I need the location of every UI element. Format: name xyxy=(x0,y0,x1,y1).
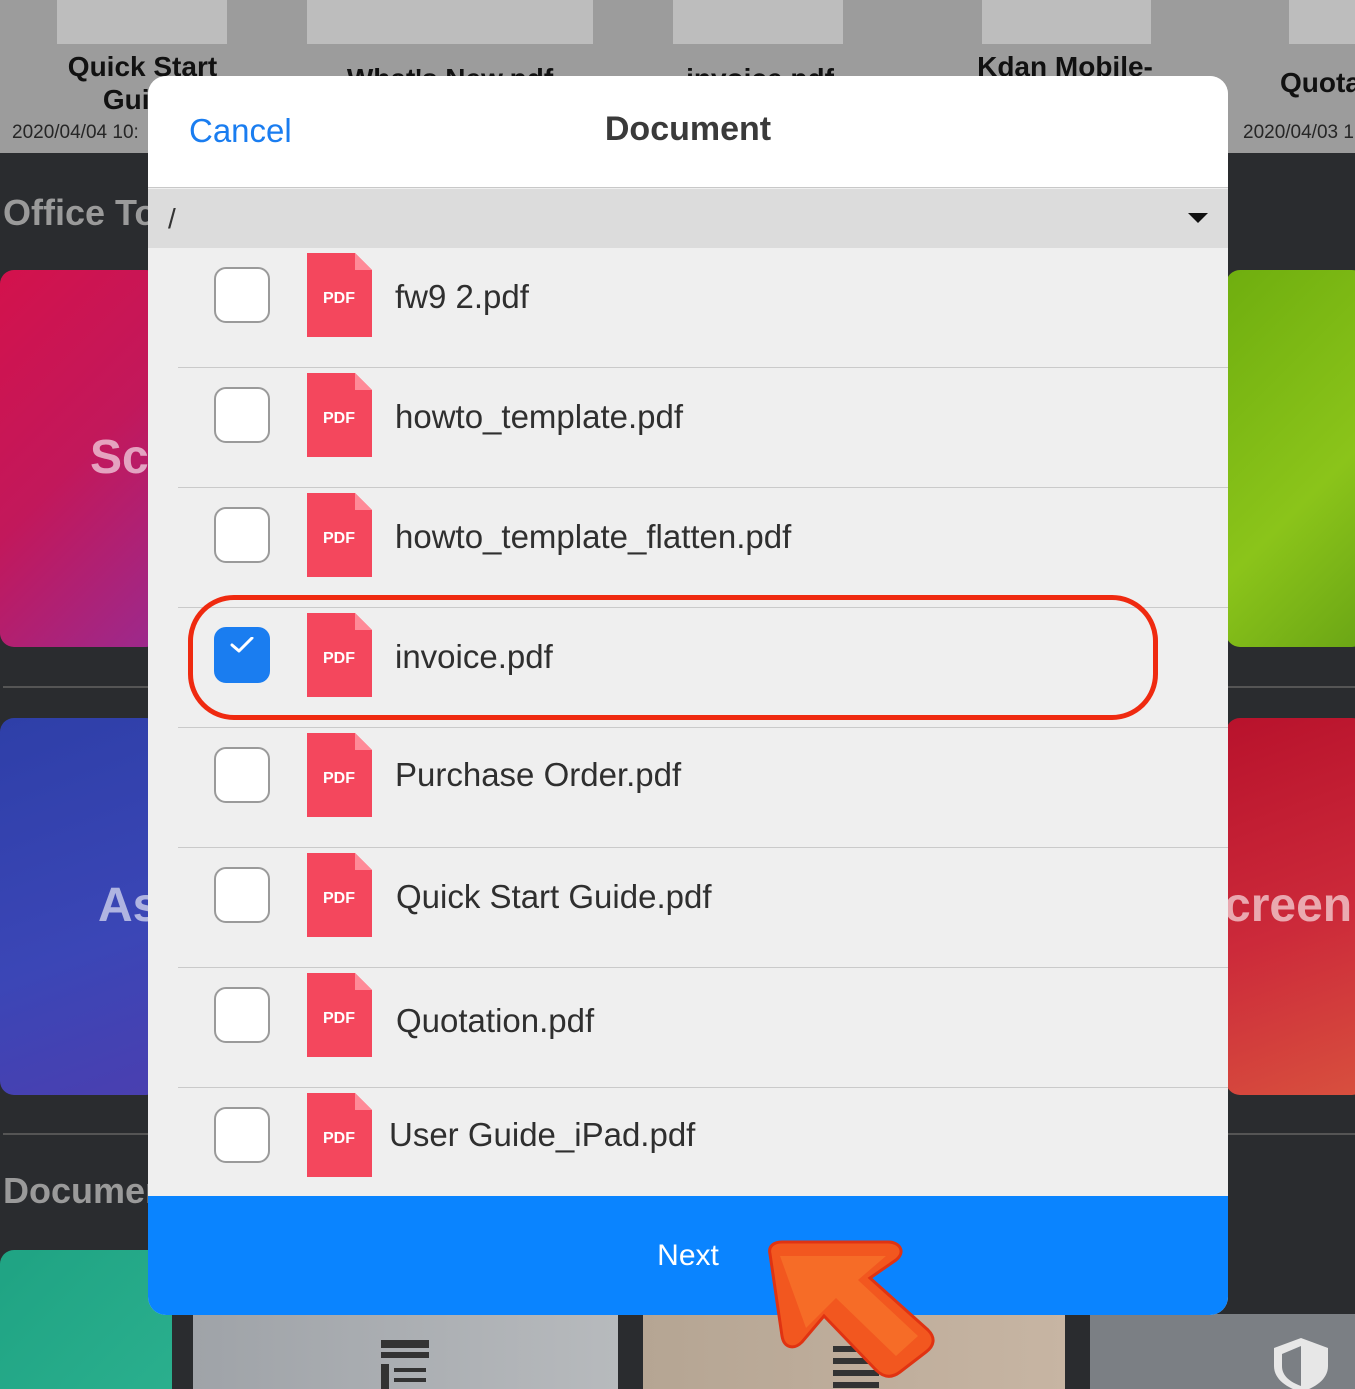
document-icon xyxy=(381,1340,429,1389)
file-name: Quick Start Guide.pdf xyxy=(396,878,712,915)
file-row[interactable]: PDF Quick Start Guide.pdf xyxy=(148,848,1228,968)
next-button-label: Next xyxy=(657,1238,719,1272)
file-checkbox[interactable] xyxy=(214,267,270,323)
file-row-selected[interactable]: PDF invoice.pdf xyxy=(148,608,1228,728)
file-row[interactable]: PDF User Guide_iPad.pdf xyxy=(148,1088,1228,1208)
divider xyxy=(1226,686,1355,688)
file-checkbox[interactable] xyxy=(214,507,270,563)
tool-card-screen[interactable]: creen xyxy=(1226,718,1355,1095)
file-name: howto_template_flatten.pdf xyxy=(395,518,792,555)
tool-card-assist[interactable]: As xyxy=(0,718,160,1095)
recent-file-thumbnail[interactable] xyxy=(673,0,843,44)
file-name: invoice.pdf xyxy=(395,638,553,675)
modal-title: Document xyxy=(604,110,772,148)
shield-icon xyxy=(1274,1338,1328,1389)
document-tool-card[interactable] xyxy=(0,1250,172,1389)
pdf-file-icon: PDF xyxy=(307,853,372,937)
section-title-office-tools: Office To xyxy=(3,192,157,233)
file-checkbox[interactable] xyxy=(214,867,270,923)
file-row[interactable]: PDF Quotation.pdf xyxy=(148,968,1228,1088)
file-checkbox-checked[interactable] xyxy=(214,627,270,683)
recent-file-thumbnail[interactable] xyxy=(307,0,593,44)
document-tool-card[interactable] xyxy=(1090,1314,1355,1389)
recent-file-title: Quota xyxy=(1280,67,1355,98)
tool-card-label: creen xyxy=(1226,879,1353,932)
pdf-file-icon: PDF xyxy=(307,1093,372,1177)
pdf-badge-label: PDF xyxy=(323,770,355,787)
pdf-file-icon: PDF xyxy=(307,493,372,577)
pdf-badge-label: PDF xyxy=(323,650,355,667)
folder-path-dropdown[interactable]: / xyxy=(148,189,1228,248)
document-tool-card[interactable] xyxy=(643,1314,1065,1389)
caret-down-icon xyxy=(1188,213,1208,223)
pdf-file-icon: PDF xyxy=(307,973,372,1057)
file-row[interactable]: PDF Purchase Order.pdf xyxy=(148,728,1228,848)
pdf-badge-label: PDF xyxy=(323,1130,355,1147)
recent-file-thumbnail[interactable] xyxy=(982,0,1151,44)
document-icon xyxy=(833,1346,879,1388)
pdf-file-icon: PDF xyxy=(307,733,372,817)
file-name: Purchase Order.pdf xyxy=(395,756,682,793)
divider xyxy=(1226,1133,1355,1135)
checkmark-icon xyxy=(230,637,254,653)
recent-file-thumbnail[interactable] xyxy=(1289,0,1355,44)
file-checkbox[interactable] xyxy=(214,987,270,1043)
document-tool-card[interactable] xyxy=(193,1314,618,1389)
tool-card-scan[interactable]: Sc xyxy=(0,270,160,647)
file-row[interactable]: PDF fw9 2.pdf xyxy=(148,248,1228,368)
file-checkbox[interactable] xyxy=(214,1107,270,1163)
pdf-file-icon: PDF xyxy=(307,373,372,457)
pdf-file-icon: PDF xyxy=(307,613,372,697)
tool-card-label: Sc xyxy=(90,431,149,484)
file-checkbox[interactable] xyxy=(214,747,270,803)
document-picker-modal: Cancel Document / PDF fw9 2.pdf PDF howt… xyxy=(148,76,1228,1315)
file-name: fw9 2.pdf xyxy=(395,278,529,315)
pdf-badge-label: PDF xyxy=(323,290,355,307)
recent-file-date: 2020/04/04 10: xyxy=(12,122,139,143)
file-checkbox[interactable] xyxy=(214,387,270,443)
file-name: howto_template.pdf xyxy=(395,398,684,435)
tool-card-right-top[interactable] xyxy=(1226,270,1355,647)
divider xyxy=(3,686,163,688)
folder-path: / xyxy=(168,203,176,234)
recent-file-date: 2020/04/03 1 xyxy=(1243,122,1354,143)
file-row[interactable]: PDF howto_template.pdf xyxy=(148,368,1228,488)
recent-file-thumbnail[interactable] xyxy=(57,0,227,44)
file-row[interactable]: PDF howto_template_flatten.pdf xyxy=(148,488,1228,608)
pdf-file-icon: PDF xyxy=(307,253,372,337)
divider xyxy=(3,1133,163,1135)
pdf-badge-label: PDF xyxy=(323,530,355,547)
file-name: User Guide_iPad.pdf xyxy=(389,1116,696,1153)
file-name: Quotation.pdf xyxy=(396,1002,595,1039)
section-title-documents: Documer xyxy=(3,1170,160,1211)
pdf-badge-label: PDF xyxy=(323,410,355,427)
modal-header: Cancel Document xyxy=(148,76,1228,188)
pdf-badge-label: PDF xyxy=(323,1010,355,1027)
pdf-badge-label: PDF xyxy=(323,890,355,907)
next-button[interactable]: Next xyxy=(148,1196,1228,1315)
